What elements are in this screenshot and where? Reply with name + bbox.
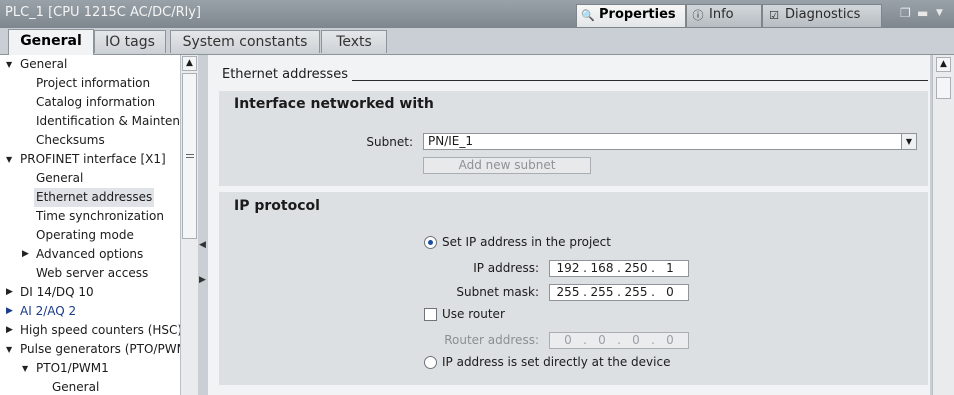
tree-item-ai-aq[interactable]: ▶ AI 2/AQ 2 xyxy=(6,302,76,321)
tree-item-catalog-information[interactable]: Catalog information xyxy=(36,93,155,112)
ip-octet-4: 1 xyxy=(666,261,674,275)
router-address-label: Router address: xyxy=(444,333,539,347)
diagnostics-tab[interactable]: ☑ Diagnostics xyxy=(762,4,882,28)
scroll-up-icon[interactable]: ▲ xyxy=(936,57,951,72)
mask-octet-4: 0 xyxy=(666,285,674,299)
tree-item-identification[interactable]: Identification & Mainten... xyxy=(36,112,180,131)
tree-item-profinet-general[interactable]: General xyxy=(36,169,83,188)
interface-panel: Interface networked with Subnet: PN/IE_1… xyxy=(219,91,928,186)
ip-address-label: IP address: xyxy=(473,261,539,275)
tab-system-constants[interactable]: System constants xyxy=(170,30,320,53)
collapsed-arrow-icon[interactable]: ▶ xyxy=(6,283,13,302)
tree-scrollbar[interactable]: ▲ xyxy=(180,55,198,395)
subnet-mask-label: Subnet mask: xyxy=(456,285,539,299)
tree-item-profinet-interface[interactable]: ▼ PROFINET interface [X1] xyxy=(6,150,166,169)
ip-set-at-device-radio[interactable] xyxy=(424,356,437,369)
use-router-checkbox[interactable] xyxy=(424,308,437,321)
router-octet-2: 0 xyxy=(598,333,606,347)
collapsed-arrow-icon[interactable]: ▶ xyxy=(22,245,29,264)
panel-splitter[interactable]: ◀ ▶ xyxy=(198,55,208,395)
inspector-title-bar: PLC_1 [CPU 1215C AC/DC/Rly] 🔍 Properties… xyxy=(0,0,954,28)
tree-item-high-speed-counters[interactable]: ▶ High speed counters (HSC) xyxy=(6,321,180,340)
content-scroll-thumb[interactable] xyxy=(936,77,951,99)
tree-item-operating-mode[interactable]: Operating mode xyxy=(36,226,134,245)
properties-tab-label: Properties xyxy=(599,7,676,22)
subnet-select[interactable]: PN/IE_1 ▼ xyxy=(423,133,917,150)
properties-tabs: General IO tags System constants Texts xyxy=(0,28,954,55)
expand-right-icon[interactable]: ▶ xyxy=(199,275,206,285)
tree-item-pto1-pwm1[interactable]: ▼ PTO1/PWM1 xyxy=(22,359,109,378)
ip-octet-1: 192 xyxy=(556,261,580,275)
ip-set-at-device-label: IP address is set directly at the device xyxy=(442,355,671,369)
use-router-label: Use router xyxy=(442,307,505,321)
inspector-title: PLC_1 [CPU 1215C AC/DC/Rly] xyxy=(5,5,201,20)
subnet-mask-field[interactable]: 255. 255. 255. 0 xyxy=(549,284,689,301)
collapsed-arrow-icon[interactable]: ▶ xyxy=(6,302,13,321)
properties-content: Ethernet addresses Interface networked w… xyxy=(208,55,930,395)
section-divider xyxy=(352,80,928,81)
router-address-field[interactable]: 0.0.0.0 xyxy=(549,332,689,349)
section-heading: Ethernet addresses xyxy=(222,67,348,82)
ip-protocol-title: IP protocol xyxy=(234,198,320,214)
minimize-icon[interactable]: ▬ xyxy=(917,6,928,20)
tab-io-tags[interactable]: IO tags xyxy=(94,30,166,53)
tree-item-ethernet-addresses[interactable]: Ethernet addresses xyxy=(34,188,155,207)
router-octet-3: 0 xyxy=(632,333,640,347)
router-octet-1: 0 xyxy=(564,333,572,347)
interface-panel-title: Interface networked with xyxy=(234,96,434,112)
mask-octet-3: 255 xyxy=(624,285,648,299)
collapse-left-icon[interactable]: ◀ xyxy=(199,240,206,250)
info-tab-label: Info xyxy=(709,7,734,22)
diagnostics-tab-label: Diagnostics xyxy=(785,7,861,22)
subnet-value: PN/IE_1 xyxy=(428,134,474,148)
tree-item-di-dq[interactable]: ▶ DI 14/DQ 10 xyxy=(6,283,94,302)
tree-item-general[interactable]: ▼ General xyxy=(6,55,67,74)
content-scrollbar[interactable]: ▲ xyxy=(932,55,954,395)
expanded-arrow-icon[interactable]: ▼ xyxy=(6,340,12,359)
ip-protocol-panel: IP protocol Set IP address in the projec… xyxy=(219,192,928,385)
properties-icon: 🔍 xyxy=(581,9,595,22)
add-new-subnet-button[interactable]: Add new subnet xyxy=(423,157,591,174)
diagnostics-icon: ☑ xyxy=(769,9,779,22)
navigation-tree: ▼ General Project information Catalog inf… xyxy=(0,55,180,395)
tree-item-time-synchronization[interactable]: Time synchronization xyxy=(36,207,164,226)
restore-icon[interactable]: ❐ xyxy=(900,6,911,20)
ip-octet-2: 168 xyxy=(590,261,614,275)
expanded-arrow-icon[interactable]: ▼ xyxy=(6,55,12,74)
info-icon: ⓘ xyxy=(692,9,704,22)
chevron-down-icon[interactable]: ▼ xyxy=(936,8,943,18)
expanded-arrow-icon[interactable]: ▼ xyxy=(6,150,12,169)
tab-general[interactable]: General xyxy=(8,29,94,55)
info-tab[interactable]: ⓘ Info xyxy=(686,4,762,28)
mask-octet-2: 255 xyxy=(590,285,614,299)
tree-scroll-thumb[interactable] xyxy=(182,73,197,239)
collapsed-arrow-icon[interactable]: ▶ xyxy=(6,321,13,340)
tree-item-checksums[interactable]: Checksums xyxy=(36,131,105,150)
properties-tab[interactable]: 🔍 Properties xyxy=(576,4,686,28)
set-ip-in-project-radio[interactable] xyxy=(424,236,437,249)
mask-octet-1: 255 xyxy=(556,285,580,299)
subnet-label: Subnet: xyxy=(366,135,413,149)
tree-item-pto1-general[interactable]: General xyxy=(52,378,99,395)
tree-item-advanced-options[interactable]: ▶ Advanced options xyxy=(22,245,143,264)
tree-item-web-server-access[interactable]: Web server access xyxy=(36,264,148,283)
tree-item-pulse-generators[interactable]: ▼ Pulse generators (PTO/PWM) xyxy=(6,340,180,359)
chevron-down-icon[interactable]: ▼ xyxy=(901,134,916,149)
ip-octet-3: 250 xyxy=(624,261,648,275)
ip-address-field[interactable]: 192. 168. 250. 1 xyxy=(549,260,689,277)
expanded-arrow-icon[interactable]: ▼ xyxy=(22,359,28,378)
router-octet-4: 0 xyxy=(666,333,674,347)
set-ip-in-project-label: Set IP address in the project xyxy=(442,235,611,249)
tree-item-project-information[interactable]: Project information xyxy=(36,74,150,93)
tab-texts[interactable]: Texts xyxy=(321,30,387,53)
scroll-up-icon[interactable]: ▲ xyxy=(182,56,197,71)
